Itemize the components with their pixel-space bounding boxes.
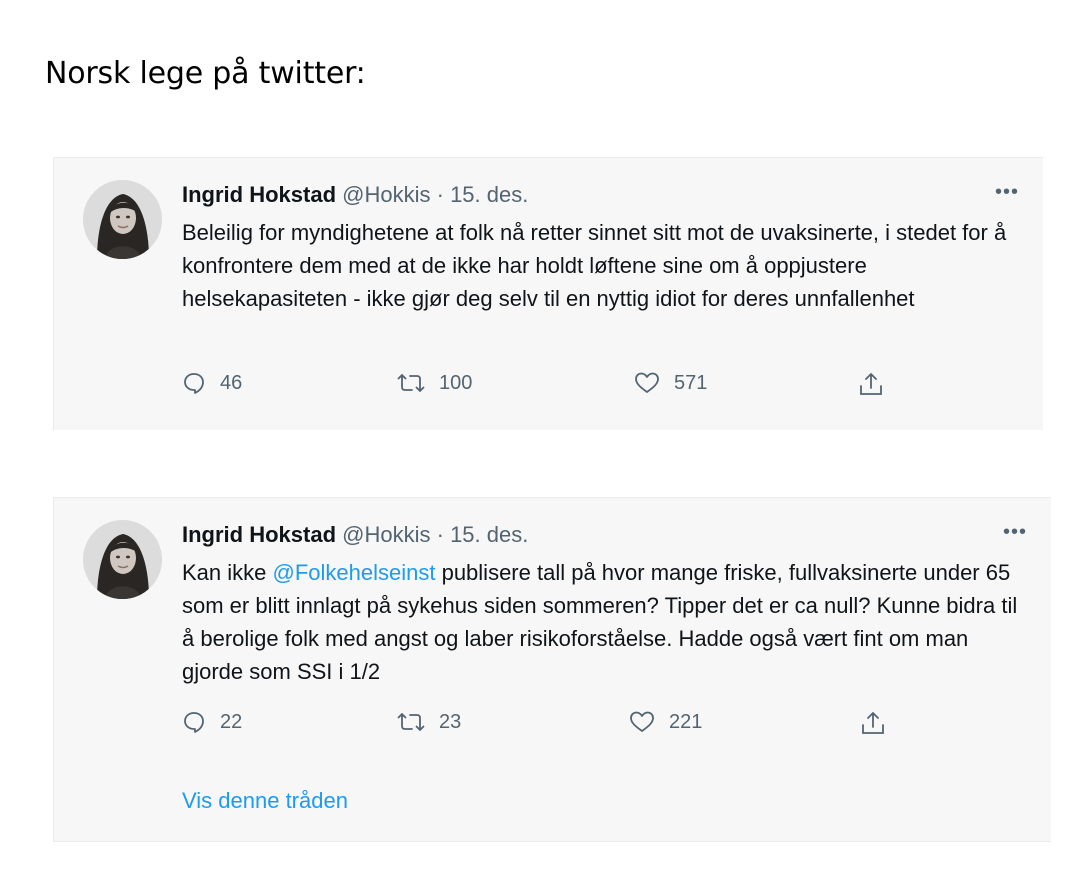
retweet-count: 23 [439,710,462,733]
retweet-count: 100 [439,371,473,394]
author-name[interactable]: Ingrid Hokstad [182,522,336,547]
like-icon [635,372,659,393]
tweet-header: Ingrid Hokstad @Hokkis · 15. des. [182,522,528,548]
share-button[interactable] [858,371,884,397]
author-name[interactable]: Ingrid Hokstad [182,182,336,207]
avatar[interactable] [83,180,162,259]
separator-dot: · [436,182,444,207]
tweet-text: Beleilig for myndighetene at folk nå ret… [182,216,1022,315]
separator-dot: · [436,522,444,547]
tweet-actions: 46 100 571 [182,371,902,401]
tweet-actions: 22 23 221 [182,710,902,740]
retweet-icon [397,374,425,392]
like-icon [630,711,654,732]
like-count: 571 [674,371,708,394]
reply-count: 46 [220,371,243,394]
reply-button[interactable]: 22 [182,710,242,734]
author-handle[interactable]: @Hokkis [342,522,430,547]
page-heading: Norsk lege på twitter: [45,56,366,91]
retweet-button[interactable]: 100 [397,371,472,395]
tweet-card[interactable]: Ingrid Hokstad @Hokkis · 15. des. ••• Be… [53,157,1043,430]
tweet-date[interactable]: 15. des. [450,182,528,207]
reply-count: 22 [220,710,243,733]
like-button[interactable]: 571 [634,371,707,395]
tweet-text-segment: Beleilig for myndighetene at folk nå ret… [182,220,1007,311]
share-icon [860,373,882,395]
show-thread-link[interactable]: Vis denne tråden [182,788,348,814]
retweet-icon [397,713,425,731]
reply-button[interactable]: 46 [182,371,242,395]
share-icon [862,712,884,734]
avatar[interactable] [83,520,162,599]
more-options-button[interactable]: ••• [995,182,1019,202]
author-handle[interactable]: @Hokkis [342,182,430,207]
tweet-date[interactable]: 15. des. [450,522,528,547]
tweet-card[interactable]: Ingrid Hokstad @Hokkis · 15. des. ••• Ka… [53,497,1051,842]
retweet-button[interactable]: 23 [397,710,461,734]
mention-link[interactable]: @Folkehelseinst [273,560,436,585]
like-count: 221 [669,710,703,733]
more-options-button[interactable]: ••• [1003,522,1027,542]
share-button[interactable] [860,710,886,736]
tweet-text: Kan ikke @Folkehelseinst publisere tall … [182,556,1022,688]
like-button[interactable]: 221 [629,710,702,734]
reply-icon [184,373,204,394]
tweet-text-segment: Kan ikke [182,560,273,585]
reply-icon [184,712,204,733]
tweet-header: Ingrid Hokstad @Hokkis · 15. des. [182,182,528,208]
